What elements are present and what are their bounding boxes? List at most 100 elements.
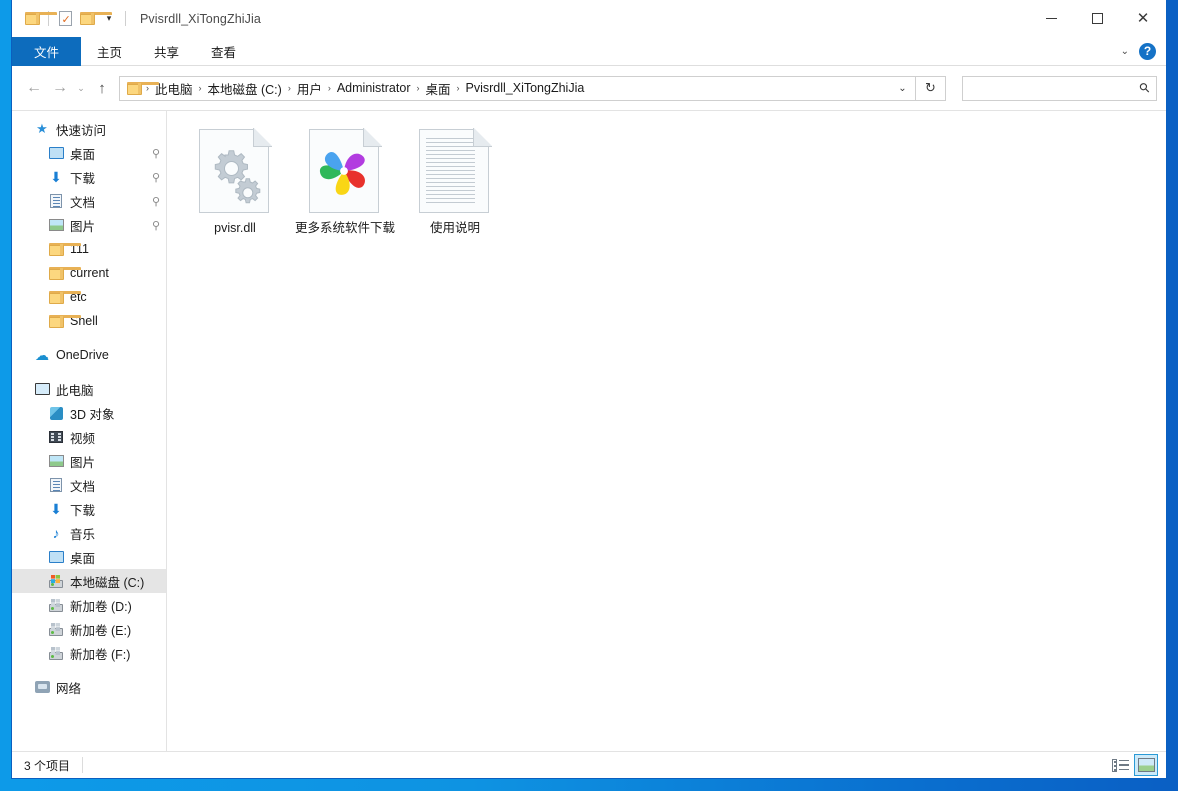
file-name-label: 更多系统软件下载 (295, 221, 396, 235)
sidebar-item-label: 文档 (70, 195, 96, 210)
breadcrumb-item-4[interactable]: 桌面 (420, 77, 455, 100)
sidebar-item-volume-f[interactable]: 新加卷 (F:) (12, 641, 166, 665)
qat-properties-button[interactable]: ✓ (54, 8, 76, 30)
minimize-icon (1045, 18, 1057, 19)
pin-icon[interactable]: ⚲ (152, 195, 160, 208)
tab-view[interactable]: 查看 (195, 37, 252, 66)
sidebar-item-volume-e[interactable]: 新加卷 (E:) (12, 617, 166, 641)
file-item-pvisr-dll[interactable]: pvisr.dll (181, 125, 289, 242)
drive-icon (48, 645, 64, 661)
breadcrumb-item-3[interactable]: Administrator (332, 79, 416, 97)
sidebar-item-music[interactable]: ♪ 音乐 (12, 521, 166, 545)
sidebar-item-desktop[interactable]: 桌面 ⚲ (12, 141, 166, 165)
item-count-text: 3 个项目 (24, 758, 71, 773)
pin-icon[interactable]: ⚲ (152, 219, 160, 232)
sidebar-item-label: 新加卷 (E:) (70, 623, 132, 638)
search-input[interactable] (971, 81, 1141, 95)
status-bar: 3 个项目 (12, 751, 1166, 778)
status-separator (82, 757, 84, 773)
file-explorer-window: ✓ ▾ Pvisrdll_XiTongZhiJia ✕ 文件 主页 共享 查看 … (11, 0, 1167, 779)
folder-icon (24, 12, 57, 25)
drive-icon (48, 621, 64, 637)
sidebar-item-label: OneDrive (56, 348, 109, 362)
pinwheel-file-icon (309, 127, 383, 213)
recent-locations-button[interactable]: ⌄ (73, 75, 89, 101)
window-title: Pvisrdll_XiTongZhiJia (140, 11, 261, 26)
sidebar-item-etc[interactable]: etc (12, 285, 166, 309)
help-button[interactable]: ? (1139, 42, 1156, 60)
file-item-more-software[interactable]: 更多系统软件下载 (291, 125, 399, 242)
search-box[interactable]: ⚲ (962, 75, 1157, 101)
qat-folder-icon[interactable] (21, 8, 57, 30)
downloads-icon: ⬇ (50, 501, 62, 517)
documents-icon (48, 477, 64, 493)
file-item-instructions[interactable]: 使用说明 (401, 125, 509, 242)
sidebar-item-pictures-pc[interactable]: 图片 (12, 449, 166, 473)
breadcrumb-item-5[interactable]: Pvisrdll_XiTongZhiJia (461, 79, 590, 97)
file-list-pane[interactable]: pvisr.dll 更多系统软件下载 使用说明 (167, 111, 1166, 751)
sidebar-item-111[interactable]: 111 (12, 237, 166, 261)
address-bar[interactable]: › 此电脑 › 本地磁盘 (C:) › 用户 › Administrator ›… (119, 75, 916, 101)
sidebar-item-label: 此电脑 (56, 383, 94, 398)
sidebar-item-label: 文档 (70, 479, 96, 494)
sidebar-item-network[interactable]: 网络 (12, 675, 166, 699)
window-controls: ✕ (1028, 0, 1166, 37)
breadcrumb-item-1[interactable]: 本地磁盘 (C:) (203, 77, 287, 100)
desktop-background: ✓ ▾ Pvisrdll_XiTongZhiJia ✕ 文件 主页 共享 查看 … (0, 0, 1178, 791)
file-name-label: 使用说明 (429, 221, 480, 235)
sidebar-item-local-disk-c[interactable]: 本地磁盘 (C:) (12, 569, 166, 593)
pin-icon[interactable]: ⚲ (152, 171, 160, 184)
qat-new-folder-button[interactable] (76, 8, 112, 30)
sidebar-item-label: 本地磁盘 (C:) (70, 575, 145, 590)
sidebar-item-3d-objects[interactable]: 3D 对象 (12, 401, 166, 425)
qat-separator-2 (125, 11, 126, 26)
address-bar-row: ← → ⌄ ↑ › 此电脑 › 本地磁盘 (C:) › 用户 › Adminis… (12, 66, 1166, 110)
sidebar-item-this-pc[interactable]: 此电脑 (12, 377, 166, 401)
expand-ribbon-icon[interactable]: ⌄ (1117, 46, 1133, 57)
cloud-icon: ☁ (35, 347, 49, 363)
tab-file[interactable]: 文件 (12, 37, 82, 66)
file-name-label: pvisr.dll (214, 221, 256, 235)
sidebar-item-label: 视频 (70, 431, 96, 446)
pictures-icon (48, 453, 64, 469)
tab-share[interactable]: 共享 (138, 37, 195, 66)
desktop-icon (48, 549, 64, 565)
tab-home[interactable]: 主页 (81, 37, 138, 66)
back-button[interactable]: ← (21, 75, 47, 101)
sidebar-item-current[interactable]: current (12, 261, 166, 285)
sidebar-item-desktop-pc[interactable]: 桌面 (12, 545, 166, 569)
pin-icon[interactable]: ⚲ (152, 147, 160, 160)
sidebar-item-label: 3D 对象 (70, 407, 115, 422)
sidebar-item-shell[interactable]: Shell (12, 309, 166, 333)
up-button[interactable]: ↑ (89, 75, 115, 101)
view-details-button[interactable] (1108, 754, 1132, 776)
dog-ear (473, 127, 493, 147)
forward-button[interactable]: → (47, 75, 73, 101)
sidebar-item-onedrive[interactable]: ☁ OneDrive (12, 343, 166, 367)
breadcrumb-item-2[interactable]: 用户 (292, 77, 327, 100)
sidebar-item-videos[interactable]: 视频 (12, 425, 166, 449)
minimize-button[interactable] (1028, 0, 1074, 37)
refresh-button[interactable]: ↻ (916, 75, 946, 101)
sidebar-item-downloads-pc[interactable]: ⬇ 下载 (12, 497, 166, 521)
sidebar-item-downloads[interactable]: ⬇ 下载 ⚲ (12, 165, 166, 189)
star-icon: ★ (36, 121, 48, 136)
new-folder-icon (79, 12, 112, 25)
folder-icon (48, 313, 81, 329)
properties-icon: ✓ (58, 11, 72, 26)
sidebar-item-volume-d[interactable]: 新加卷 (D:) (12, 593, 166, 617)
close-button[interactable]: ✕ (1120, 0, 1166, 37)
maximize-button[interactable] (1074, 0, 1120, 37)
sidebar-item-documents[interactable]: 文档 ⚲ (12, 189, 166, 213)
breadcrumb-item-0[interactable]: 此电脑 (150, 77, 198, 100)
3d-objects-icon (48, 405, 64, 421)
address-dropdown-icon[interactable]: ⌄ (890, 77, 915, 100)
sidebar-item-pictures[interactable]: 图片 ⚲ (12, 213, 166, 237)
drive-icon (48, 597, 64, 613)
qat-customize-button[interactable]: ▾ (98, 8, 120, 30)
large-icons-view-icon (1137, 758, 1155, 772)
sidebar-item-documents-pc[interactable]: 文档 (12, 473, 166, 497)
sidebar-item-quick-access[interactable]: ★ 快速访问 (12, 117, 166, 141)
view-large-icons-button[interactable] (1134, 754, 1158, 776)
